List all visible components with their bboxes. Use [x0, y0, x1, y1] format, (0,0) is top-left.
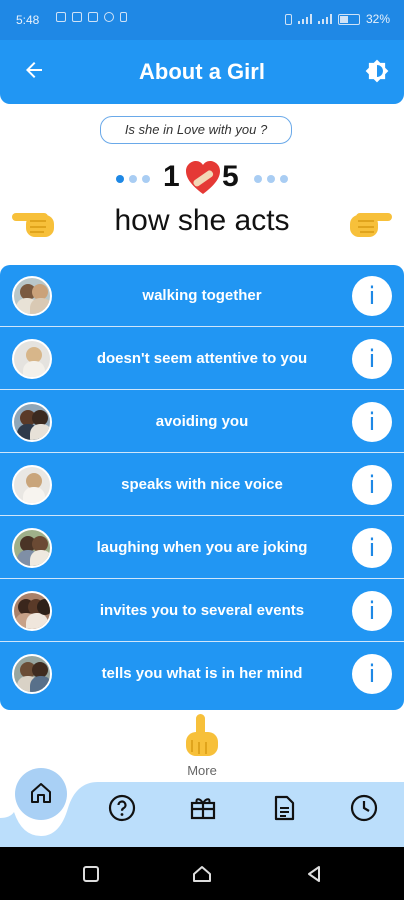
progress-dot	[280, 175, 288, 183]
status-right: 32%	[284, 12, 390, 26]
home-icon	[31, 783, 51, 803]
list-item[interactable]: laughing when you are joking i	[0, 517, 404, 579]
info-button[interactable]: i	[352, 465, 392, 505]
progress-dot	[267, 175, 275, 183]
gift-icon[interactable]	[189, 794, 217, 822]
status-time: 5:48	[16, 13, 40, 27]
image-icon	[72, 12, 82, 22]
notification-icons	[56, 12, 127, 22]
avatar	[12, 402, 52, 442]
progress-indicator: 1 5	[0, 158, 404, 198]
list-item-label: speaks with nice voice	[121, 476, 283, 493]
progress-total: 5	[222, 160, 239, 193]
list-item-label: avoiding you	[155, 413, 249, 430]
info-button[interactable]: i	[352, 276, 392, 316]
clock-icon[interactable]	[350, 794, 378, 822]
vpn-icon	[104, 12, 114, 22]
avatar	[12, 339, 52, 379]
system-navigation-bar	[0, 847, 404, 900]
pointing-down-hand-icon[interactable]	[180, 710, 224, 762]
progress-current: 1	[163, 160, 180, 193]
avatar	[12, 591, 52, 631]
brightness-icon[interactable]	[364, 58, 390, 84]
broken-heart-icon	[186, 161, 220, 194]
progress-dot	[129, 175, 137, 183]
info-button[interactable]: i	[352, 654, 392, 694]
phone-icon	[120, 12, 127, 22]
back-system-icon[interactable]	[305, 865, 323, 883]
avatar	[12, 276, 52, 316]
sim-icon	[56, 12, 66, 22]
behavior-list: walking together i doesn't seem attentiv…	[0, 265, 404, 710]
mail-icon	[88, 12, 98, 22]
signal-icon	[297, 14, 312, 24]
list-item-label: walking together	[142, 287, 262, 304]
status-bar: 5:48 32%	[0, 0, 404, 40]
document-icon[interactable]	[270, 794, 298, 822]
vibrate-icon	[284, 13, 292, 25]
progress-dot	[116, 175, 124, 183]
info-button[interactable]: i	[352, 528, 392, 568]
list-item-label: invites you to several events	[99, 602, 305, 619]
more-label[interactable]: More	[0, 763, 404, 778]
list-item-label: tells you what is in her mind	[101, 665, 303, 682]
avatar	[12, 654, 52, 694]
avatar	[12, 528, 52, 568]
nav-home-button[interactable]	[15, 768, 67, 820]
battery-icon	[337, 13, 360, 25]
progress-dot	[142, 175, 150, 183]
list-item-label: doesn't seem attentive to you	[96, 350, 308, 367]
list-item[interactable]: doesn't seem attentive to you i	[0, 328, 404, 390]
avatar	[12, 465, 52, 505]
list-item[interactable]: avoiding you i	[0, 391, 404, 453]
list-item[interactable]: speaks with nice voice i	[0, 454, 404, 516]
info-button[interactable]: i	[352, 402, 392, 442]
pointing-left-hand-icon	[350, 213, 392, 237]
signal-icon-2	[317, 14, 332, 24]
help-icon[interactable]	[108, 794, 136, 822]
recents-icon[interactable]	[82, 865, 100, 883]
home-system-icon[interactable]	[192, 865, 212, 883]
progress-dot	[254, 175, 262, 183]
list-item[interactable]: tells you what is in her mind i	[0, 643, 404, 705]
app-bar: About a Girl	[0, 40, 404, 104]
info-button[interactable]: i	[352, 591, 392, 631]
list-item[interactable]: invites you to several events i	[0, 580, 404, 642]
info-button[interactable]: i	[352, 339, 392, 379]
list-item[interactable]: walking together i	[0, 265, 404, 327]
battery-percent: 32%	[365, 12, 390, 26]
page-title: About a Girl	[139, 59, 265, 84]
question-pill: Is she in Love with you ?	[100, 116, 292, 144]
list-item-label: laughing when you are joking	[96, 539, 308, 556]
